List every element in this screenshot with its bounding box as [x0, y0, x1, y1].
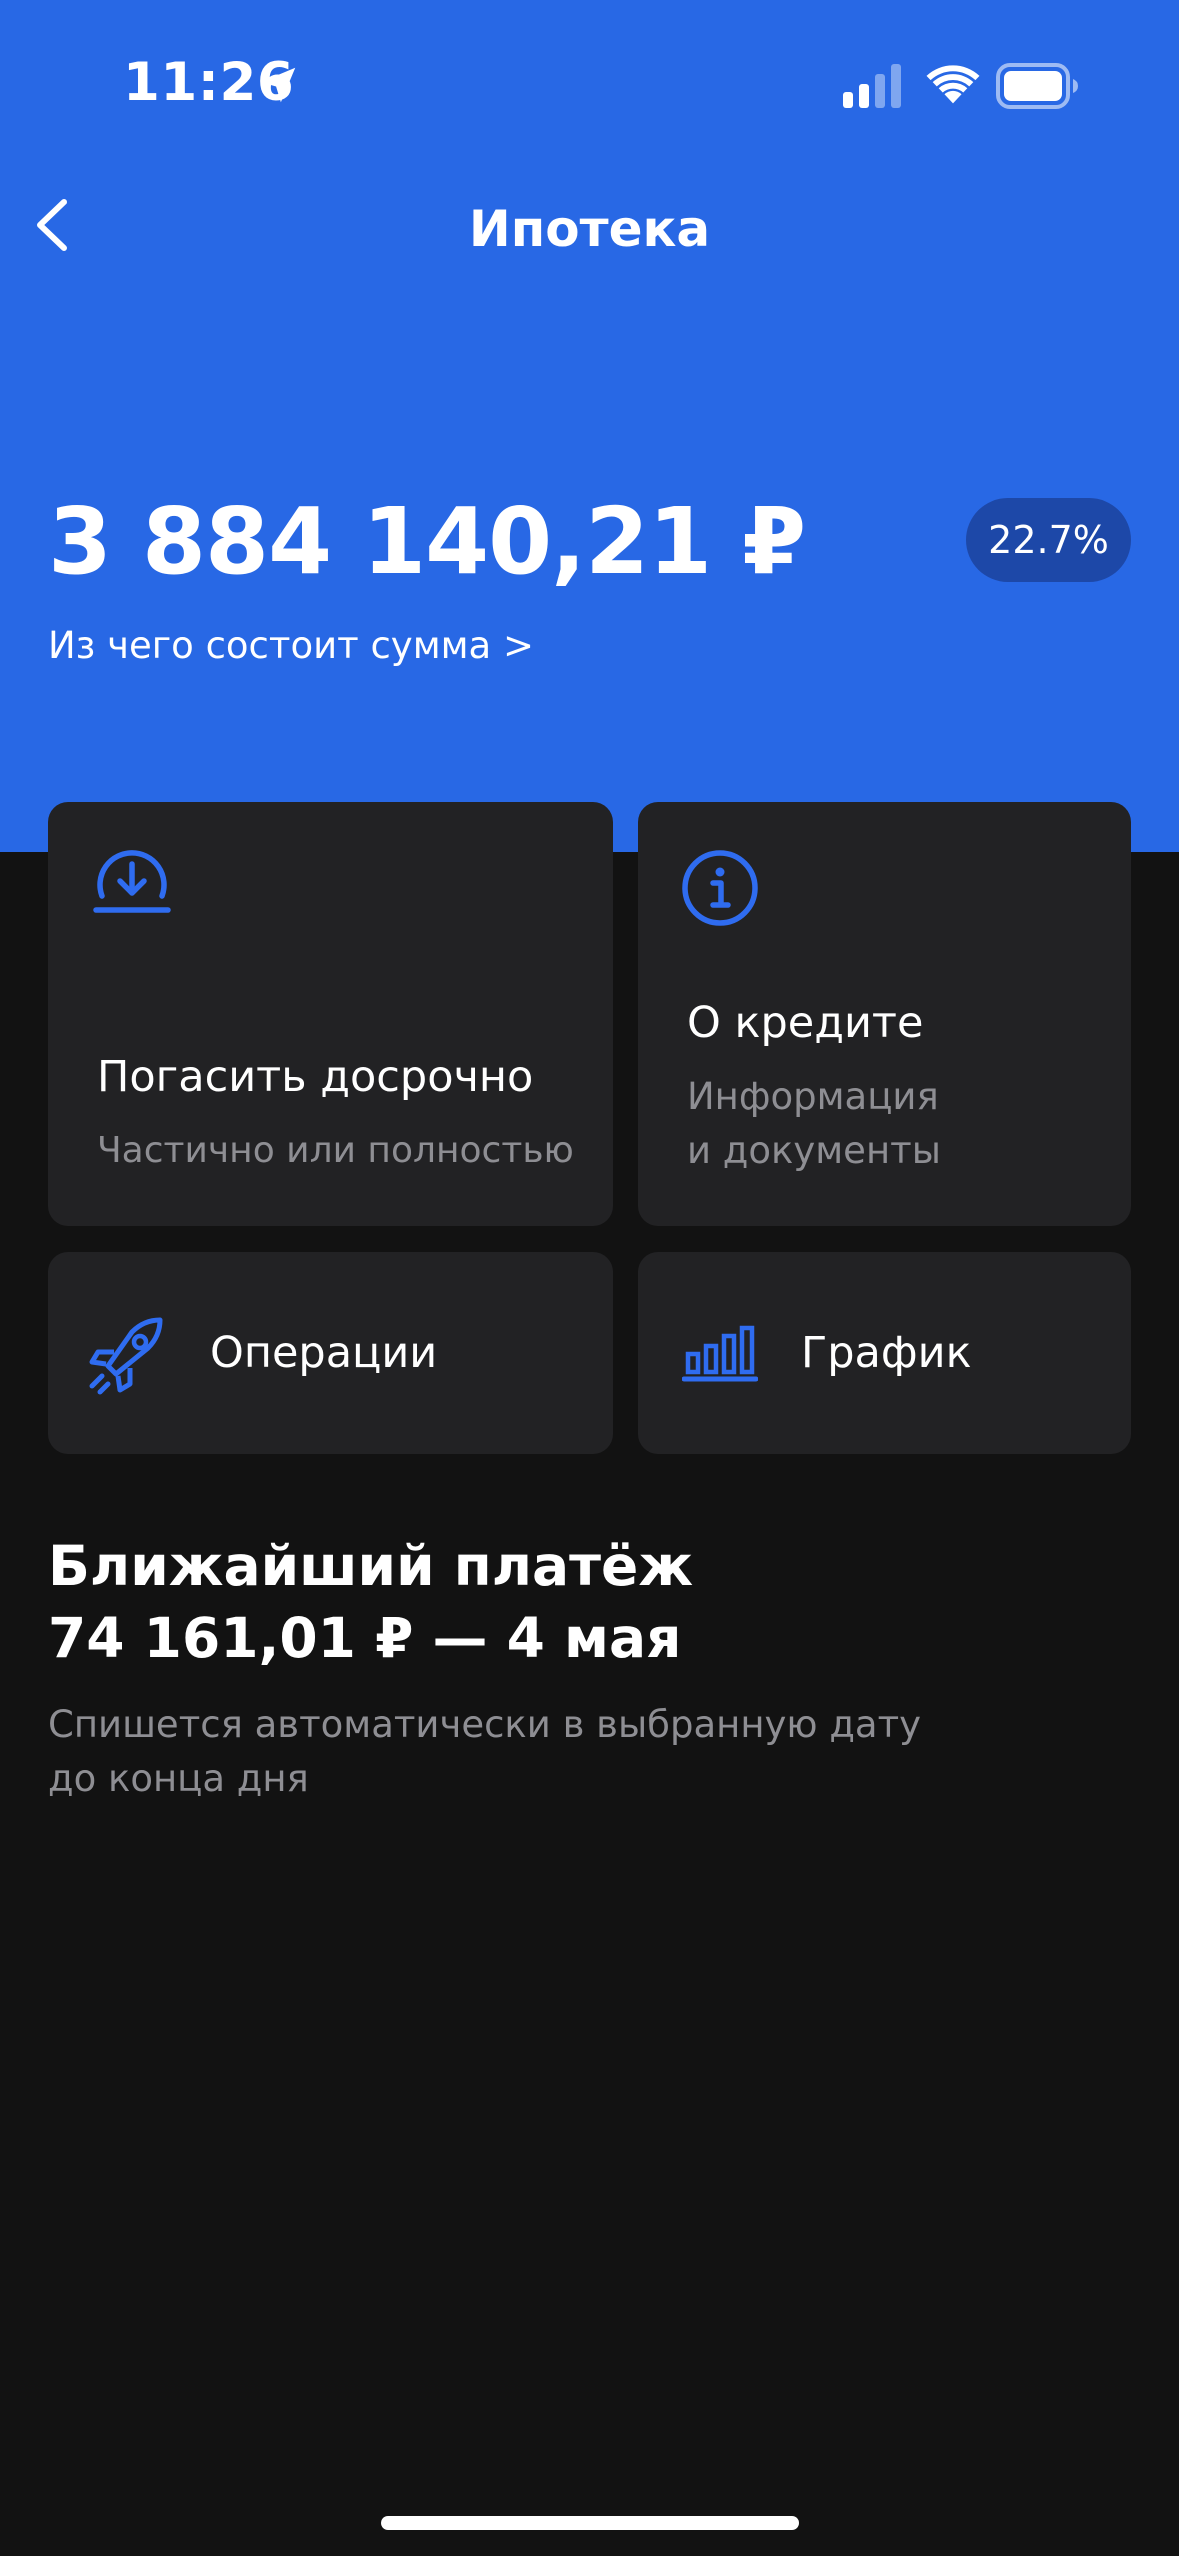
schedule-title: График	[801, 1328, 972, 1378]
cellular-signal-icon	[843, 64, 901, 108]
about-loan-subtitle-line2: и документы	[687, 1129, 941, 1172]
operations-title: Операции	[210, 1328, 438, 1378]
status-bar: 11:26	[0, 0, 1179, 150]
loan-balance-amount: 3 884 140,21 ₽	[48, 488, 806, 595]
repay-early-card[interactable]: Погасить досрочно Частично или полностью	[48, 802, 613, 1226]
about-loan-title: О кредите	[687, 998, 924, 1048]
location-arrow-icon	[260, 67, 296, 103]
next-payment-desc-line2: до конца дня	[48, 1757, 309, 1800]
home-indicator[interactable]	[381, 2516, 799, 2530]
page-title: Ипотека	[468, 200, 711, 258]
sum-breakdown-link[interactable]: Из чего состоит сумма >	[48, 624, 534, 667]
next-payment-title: Ближайший платёж	[48, 1534, 694, 1598]
repay-early-subtitle: Частично или полностью	[97, 1130, 574, 1171]
about-loan-card[interactable]: О кредите Информация и документы	[638, 802, 1131, 1226]
wifi-icon	[926, 65, 980, 104]
schedule-card[interactable]: График	[638, 1252, 1131, 1454]
next-payment-amount-date: 74 161,01 ₽ — 4 мая	[48, 1606, 682, 1670]
next-payment-section: Ближайший платёж 74 161,01 ₽ — 4 мая	[48, 1530, 693, 1674]
bar-chart-icon	[682, 1325, 758, 1382]
about-loan-subtitle-line1: Информация	[687, 1075, 939, 1118]
next-payment-desc-line1: Спишется автоматически в выбранную дату	[48, 1703, 922, 1746]
info-circle-icon	[682, 850, 758, 926]
next-payment-description: Спишется автоматически в выбранную дату …	[48, 1698, 948, 1806]
battery-icon	[996, 63, 1078, 109]
download-circle-icon	[93, 850, 171, 913]
interest-rate-badge: 22.7%	[966, 498, 1131, 582]
operations-card[interactable]: Операции	[48, 1252, 613, 1454]
rocket-icon	[89, 1317, 163, 1395]
repay-early-title: Погасить досрочно	[97, 1052, 534, 1102]
